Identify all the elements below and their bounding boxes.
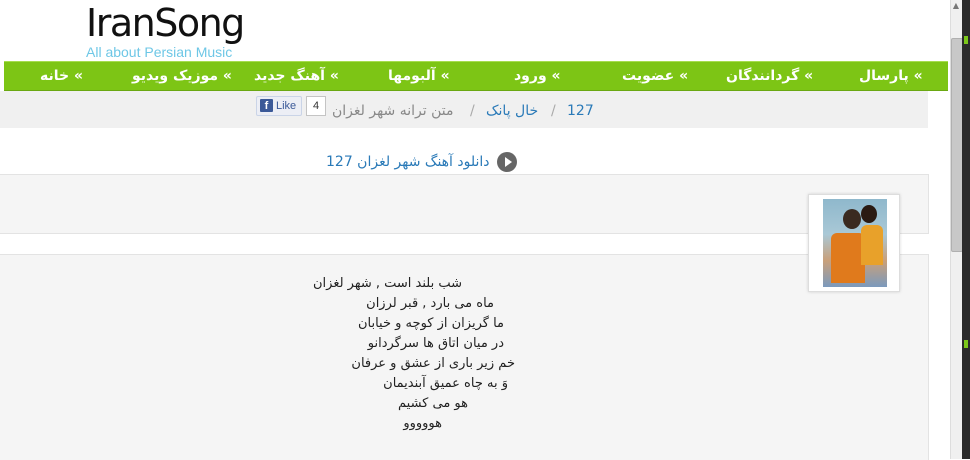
nav-item-last-year[interactable]: » پارسال: [859, 62, 923, 90]
breadcrumb: [0, 91, 928, 128]
lyric-line: در میان اتاق ها سرگردانو: [367, 336, 504, 351]
logo-subtitle: All about Persian Music: [86, 44, 233, 60]
lyric-line: هووووو: [403, 416, 442, 431]
album-cover-image: [823, 199, 887, 287]
scroll-up-icon[interactable]: ▲: [950, 0, 962, 12]
download-link-label[interactable]: دانلود آهنگ شهر لغزان 127: [326, 154, 490, 170]
facebook-like-widget: f Like 4: [256, 96, 326, 116]
player-panel: [0, 174, 929, 234]
facebook-icon: f: [260, 99, 273, 112]
breadcrumb-separator: /: [551, 103, 556, 119]
edge-marker: [964, 36, 968, 44]
nav-item-register[interactable]: » عضویت: [622, 62, 688, 90]
main-nav: » پارسال » گردانندگان » عضویت » ورود » آ…: [4, 61, 948, 91]
lyric-line: وَ به چاه عمیق آبندیمان: [383, 376, 508, 391]
nav-item-login[interactable]: » ورود: [514, 62, 561, 90]
nav-item-admins[interactable]: » گردانندگان: [726, 62, 813, 90]
lyric-line: ماه می بارد , قبر لرزان: [366, 296, 494, 311]
nav-item-home[interactable]: » خانه: [40, 62, 83, 90]
nav-item-music-video[interactable]: » موزیک ویدیو: [132, 62, 232, 90]
logo-title: IranSong: [86, 1, 245, 45]
breadcrumb-current: متن ترانه شهر لغزان: [332, 103, 454, 119]
play-icon[interactable]: [496, 151, 517, 172]
breadcrumb-separator: /: [470, 103, 475, 119]
facebook-like-label: Like: [276, 100, 297, 112]
edge-marker: [964, 340, 968, 348]
download-link[interactable]: دانلود آهنگ شهر لغزان 127: [326, 151, 517, 172]
lyric-line: خم زیر باری از عشق و عرفان: [351, 356, 515, 371]
facebook-like-count: 4: [306, 96, 326, 116]
nav-item-new-songs[interactable]: » آهنگ جدید: [254, 62, 339, 90]
album-cover[interactable]: [808, 194, 900, 292]
nav-item-albums[interactable]: » آلبومها: [388, 62, 450, 90]
lyric-line: ما گریزان از کوچه و خیابان: [357, 316, 504, 331]
facebook-like-button[interactable]: f Like: [256, 96, 302, 116]
lyric-line: شب بلند است , شهر لغزان: [312, 276, 462, 291]
site-logo[interactable]: IranSong All about Persian Music: [86, 2, 246, 60]
window-edge: [962, 0, 970, 459]
lyric-line: هو می کشیم: [398, 396, 468, 411]
breadcrumb-artist[interactable]: خال پانک: [486, 103, 538, 119]
breadcrumb-album[interactable]: 127: [567, 103, 594, 119]
